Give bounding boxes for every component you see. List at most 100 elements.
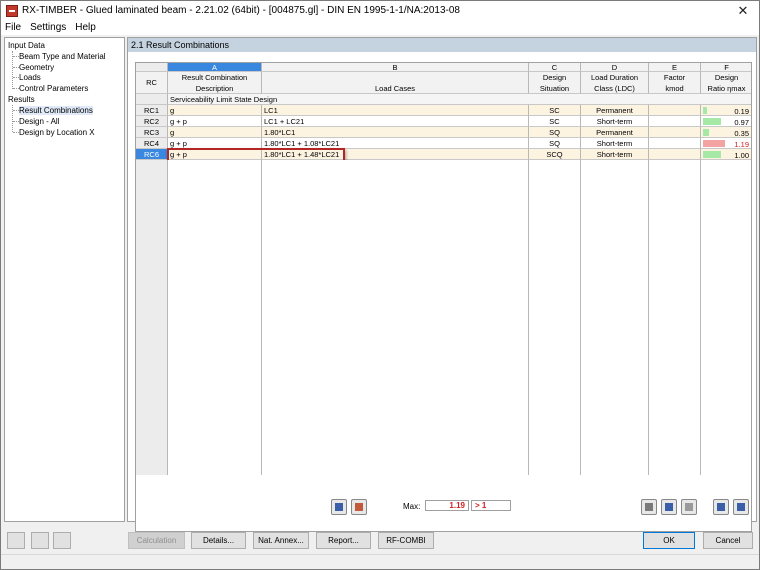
ratio-bar [703, 107, 707, 114]
calculation-button[interactable]: Calculation [128, 532, 185, 549]
ratio-bar [703, 151, 721, 158]
menu-file[interactable]: File [5, 22, 21, 33]
ratio-value: 1.19 [734, 140, 749, 149]
load-cases-cell[interactable]: LC1 [262, 105, 529, 116]
result-combinations-panel: 2.1 Result Combinations A B C D E F RC R… [127, 37, 757, 532]
tree-node-input-data[interactable]: Input Data [8, 41, 45, 50]
table-export-icon[interactable] [713, 499, 729, 515]
ratio-bar [703, 118, 721, 125]
app-window: RX-TIMBER - Glued laminated beam - 2.21.… [0, 0, 760, 570]
ldc-cell[interactable]: Short-term [581, 149, 649, 160]
kmod-cell[interactable] [649, 116, 701, 127]
export-table-icon[interactable] [331, 499, 347, 515]
close-window-button[interactable]: ✕ [733, 2, 753, 19]
column-header-description: Result Combination Description [168, 72, 262, 94]
description-cell[interactable]: g [168, 105, 262, 116]
ldc-cell[interactable]: Permanent [581, 105, 649, 116]
ldc-cell[interactable]: Short-term [581, 116, 649, 127]
window-title: RX-TIMBER - Glued laminated beam - 2.21.… [22, 5, 460, 16]
column-letter-a[interactable]: A [168, 63, 262, 72]
header-line: Result Combination [181, 73, 248, 82]
header-line: Situation [539, 84, 570, 93]
tree-item-loads[interactable]: Loads [19, 73, 41, 82]
kmod-cell[interactable] [649, 127, 701, 138]
sort-icon[interactable] [733, 499, 749, 515]
select-icon[interactable] [681, 499, 697, 515]
rc-column-header: RC [136, 72, 168, 94]
design-situation-cell[interactable]: SC [529, 116, 581, 127]
import-icon[interactable] [31, 532, 49, 549]
column-letter-e[interactable]: E [649, 63, 701, 72]
design-situation-cell[interactable]: SQ [529, 127, 581, 138]
tree-item-design-by-location-x[interactable]: Design by Location X [19, 128, 95, 137]
column-letter-f[interactable]: F [701, 63, 751, 72]
empty-column-area [701, 160, 751, 475]
ok-button[interactable]: OK [643, 532, 695, 549]
design-ratio-cell[interactable]: 0.97 [701, 116, 751, 127]
design-situation-cell[interactable]: SC [529, 105, 581, 116]
ldc-cell[interactable]: Permanent [581, 127, 649, 138]
empty-column-area [262, 160, 529, 475]
group-row-rc-cell [136, 94, 168, 105]
column-header-kmod: Factor kmod [649, 72, 701, 94]
header-line: Design [714, 73, 739, 82]
load-cases-cell[interactable]: LC1 + LC21 [262, 116, 529, 127]
empty-column-area [168, 160, 262, 475]
nat-annex-button[interactable]: Nat. Annex... [253, 532, 309, 549]
design-ratio-cell[interactable]: 1.19 [701, 138, 751, 149]
help-icon[interactable] [7, 532, 25, 549]
max-value: 1.19 [425, 500, 469, 511]
corner-cell [136, 63, 168, 72]
app-logo-icon [6, 4, 18, 17]
kmod-cell[interactable] [649, 138, 701, 149]
description-cell[interactable]: g + p [168, 116, 262, 127]
tree-node-results[interactable]: Results [8, 95, 35, 104]
kmod-cell[interactable] [649, 149, 701, 160]
column-letter-c[interactable]: C [529, 63, 581, 72]
column-letter-d[interactable]: D [581, 63, 649, 72]
empty-column-area [649, 160, 701, 475]
panel-title: 2.1 Result Combinations [128, 38, 756, 52]
design-ratio-cell[interactable]: 1.00 [701, 149, 751, 160]
design-ratio-cell[interactable]: 0.35 [701, 127, 751, 138]
ratio-value: 1.00 [734, 151, 749, 160]
column-letter-b[interactable]: B [262, 63, 529, 72]
title-bar: RX-TIMBER - Glued laminated beam - 2.21.… [1, 1, 759, 20]
view-options-icon[interactable] [661, 499, 677, 515]
rf-combi-button[interactable]: RF-COMBI [378, 532, 434, 549]
column-header-load-cases: Load Cases [262, 72, 529, 94]
kmod-cell[interactable] [649, 105, 701, 116]
empty-column-area [529, 160, 581, 475]
row-header-rc[interactable]: RC6 [136, 149, 168, 160]
load-cases-cell[interactable]: 1.80*LC1 [262, 127, 529, 138]
ratio-value: 0.97 [734, 118, 749, 127]
tree-item-design-all[interactable]: Design - All [19, 117, 59, 126]
row-header-rc[interactable]: RC1 [136, 105, 168, 116]
header-line: Design [542, 73, 567, 82]
menu-bar: File Settings Help [1, 20, 759, 35]
tree-item-result-combinations[interactable]: Result Combinations [19, 106, 93, 115]
row-header-rc[interactable]: RC2 [136, 116, 168, 127]
menu-settings[interactable]: Settings [30, 22, 66, 33]
ldc-cell[interactable]: Short-term [581, 138, 649, 149]
tree-item-geometry[interactable]: Geometry [19, 63, 54, 72]
details-button[interactable]: Details... [191, 532, 246, 549]
max-label: Max: [403, 502, 421, 511]
header-line: kmod [665, 84, 684, 93]
design-situation-cell[interactable]: SQ [529, 138, 581, 149]
tree-item-control-parameters[interactable]: Control Parameters [19, 84, 88, 93]
empty-column-area [581, 160, 649, 475]
description-cell[interactable]: g [168, 127, 262, 138]
design-ratio-cell[interactable]: 0.19 [701, 105, 751, 116]
results-table: A B C D E F RC Result Combination Descri… [135, 62, 752, 532]
report-button[interactable]: Report... [316, 532, 371, 549]
export-icon[interactable] [53, 532, 71, 549]
import-table-icon[interactable] [351, 499, 367, 515]
cancel-button[interactable]: Cancel [703, 532, 753, 549]
menu-help[interactable]: Help [75, 22, 96, 33]
design-situation-cell[interactable]: SCQ [529, 149, 581, 160]
tree-item-beam-type-material[interactable]: Beam Type and Material [19, 52, 106, 61]
row-header-rc[interactable]: RC4 [136, 138, 168, 149]
filter-icon[interactable] [641, 499, 657, 515]
row-header-rc[interactable]: RC3 [136, 127, 168, 138]
